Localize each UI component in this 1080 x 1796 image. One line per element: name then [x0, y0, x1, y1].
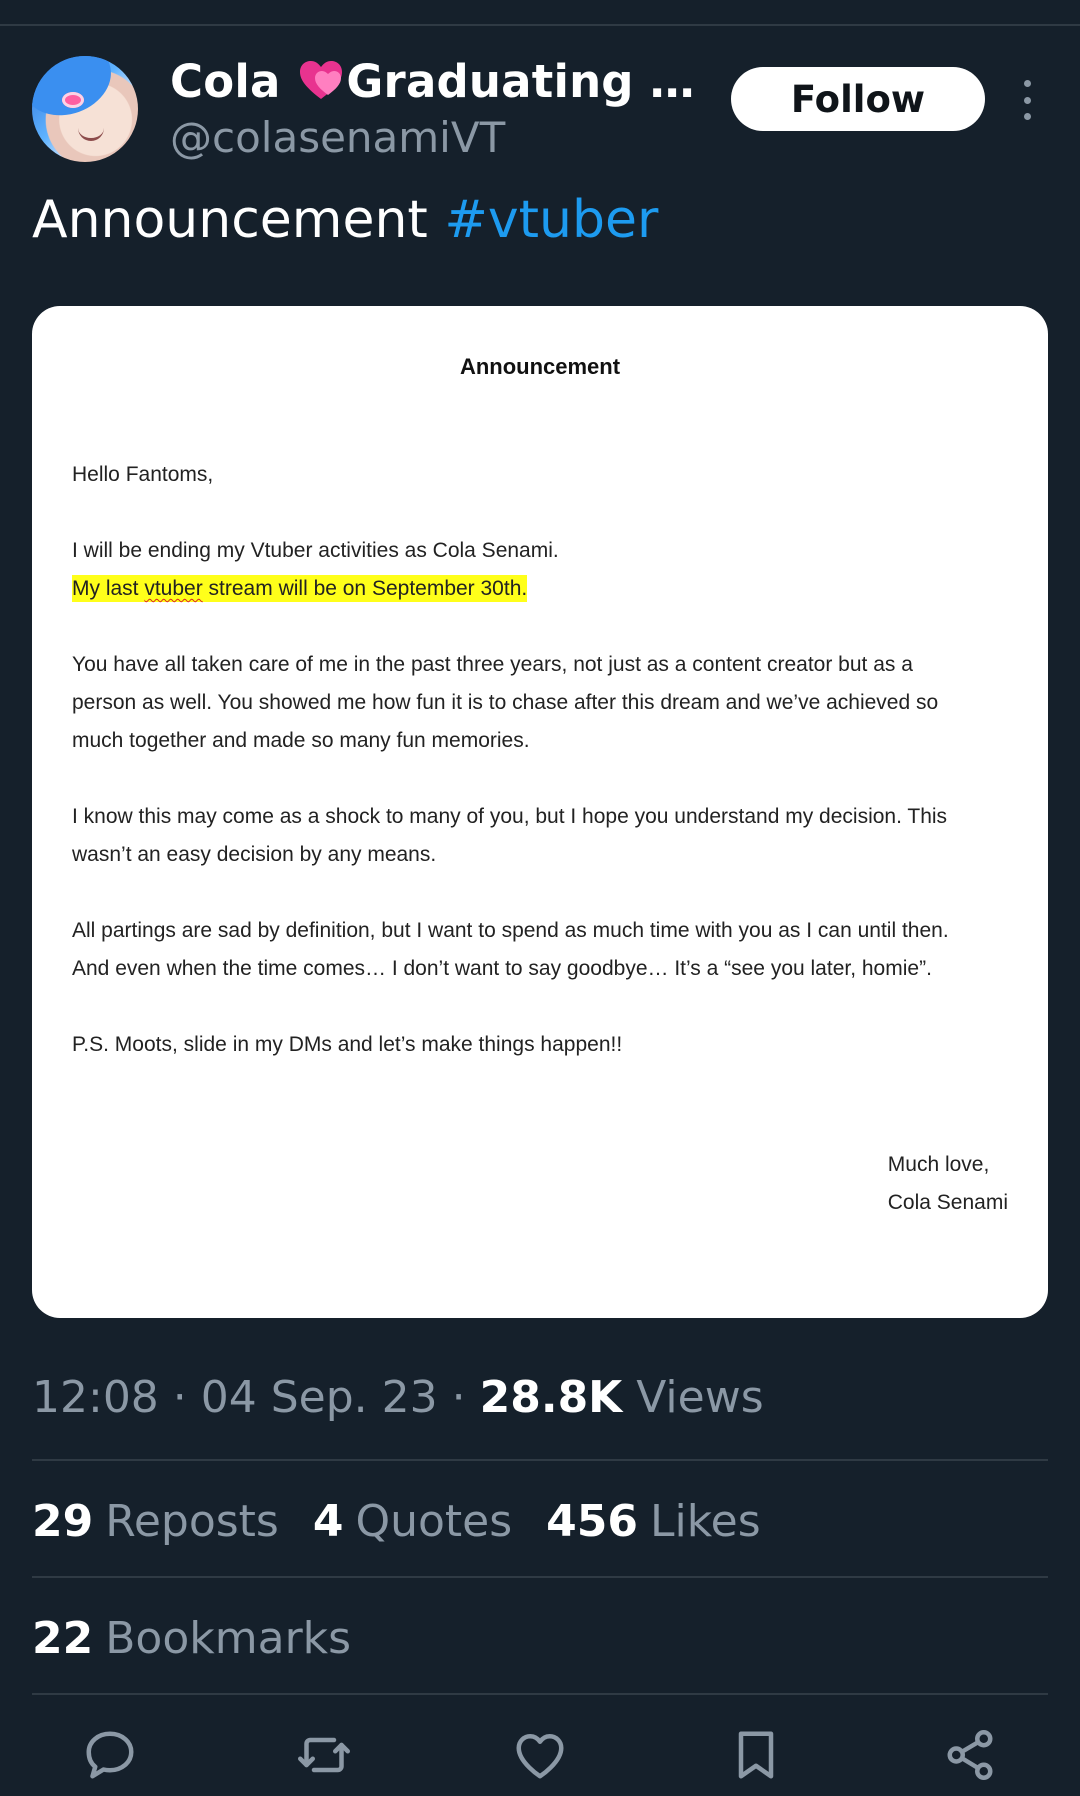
document-line: You have all taken care of me in the pas… [72, 653, 913, 676]
highlight-text: My last [72, 577, 145, 600]
bookmarks-label: Bookmarks [105, 1613, 352, 1664]
document-line: All partings are sad by definition, but … [72, 919, 949, 942]
document-line: I will be ending my Vtuber activities as… [72, 539, 559, 562]
user-handle[interactable]: @colasenamiVT [170, 113, 505, 162]
more-vertical-icon[interactable] [1012, 80, 1042, 120]
likes-count: 456 [546, 1496, 639, 1547]
document-paragraph: I know this may come as a shock to many … [72, 798, 1022, 874]
likes-stat[interactable]: 456 Likes [546, 1496, 761, 1547]
more-dot [1023, 80, 1031, 87]
avatar[interactable] [32, 56, 138, 162]
tweet-time[interactable]: 12:08 [32, 1372, 159, 1423]
repost-icon[interactable] [294, 1725, 354, 1785]
bookmarks-stat: 22 Bookmarks [32, 1613, 351, 1664]
document-postscript: P.S. Moots, slide in my DMs and let’s ma… [72, 1033, 623, 1056]
tweet-meta: 12:08 · 04 Sep. 23 · 28.8K Views [32, 1372, 764, 1423]
sparkling-heart-icon [298, 59, 344, 112]
document-highlighted-line: My last vtuber stream will be on Septemb… [72, 570, 1022, 608]
follow-button[interactable]: Follow [731, 67, 985, 131]
signoff-name: Cola Senami [887, 1191, 1008, 1214]
top-divider [0, 24, 1080, 26]
document-greeting: Hello Fantoms, [72, 463, 214, 486]
display-name-suffix: Graduating 9/... [346, 55, 718, 108]
action-bar [0, 1725, 1080, 1785]
attached-image[interactable]: Announcement Hello Fantoms, I will be en… [32, 306, 1048, 1318]
document-line: much together and made so many fun memor… [72, 729, 530, 752]
views-count: 28.8K [479, 1372, 623, 1423]
document-paragraph: All partings are sad by definition, but … [72, 912, 1022, 988]
document-body: Hello Fantoms, I will be ending my Vtube… [72, 456, 1022, 1102]
document-title: Announcement [459, 354, 621, 379]
tweet-date[interactable]: 04 Sep. 23 [201, 1372, 438, 1423]
document-line: person as well. You showed me how fun it… [72, 691, 939, 714]
document-line: I know this may come as a shock to many … [72, 805, 948, 828]
share-icon[interactable] [940, 1725, 1000, 1785]
signoff-line: Much love, [887, 1153, 990, 1176]
tweet-text: Announcement #vtuber [32, 190, 658, 250]
display-name-prefix: Cola [170, 55, 281, 108]
hashtag-link[interactable]: #vtuber [444, 190, 658, 250]
divider [32, 1459, 1048, 1461]
divider [32, 1576, 1048, 1578]
engagement-stats: 29 Reposts 4 Quotes 456 Likes [32, 1496, 761, 1547]
document-paragraph: You have all taken care of me in the pas… [72, 646, 1022, 760]
more-dot [1023, 96, 1031, 104]
quotes-count: 4 [312, 1496, 344, 1547]
likes-label: Likes [650, 1496, 761, 1547]
bookmarks-count: 22 [32, 1613, 94, 1664]
avatar-mouth [78, 128, 104, 141]
views-label: Views [636, 1372, 764, 1423]
avatar-eye [62, 92, 84, 108]
divider [32, 1693, 1048, 1695]
more-dot [1023, 113, 1031, 120]
document-line: And even when the time comes… I don’t wa… [72, 957, 932, 980]
highlight-text: stream will be on September 30th. [202, 577, 528, 600]
quotes-label: Quotes [355, 1496, 513, 1547]
reply-icon[interactable] [80, 1725, 140, 1785]
reposts-label: Reposts [105, 1496, 279, 1547]
display-name[interactable]: Cola Graduating 9/... [170, 55, 718, 112]
tweet-body: Announcement [32, 190, 428, 250]
reposts-count: 29 [32, 1496, 94, 1547]
document-line: wasn’t an easy decision by any means. [72, 843, 437, 866]
quotes-stat[interactable]: 4 Quotes [313, 1496, 512, 1547]
document-signoff: Much love, Cola Senami [888, 1146, 1008, 1222]
spellcheck-word: vtuber [144, 577, 203, 600]
bookmark-icon[interactable] [726, 1725, 786, 1785]
document-paragraph: I will be ending my Vtuber activities as… [72, 532, 1022, 608]
heart-icon[interactable] [510, 1725, 570, 1785]
reposts-stat[interactable]: 29 Reposts [32, 1496, 279, 1547]
